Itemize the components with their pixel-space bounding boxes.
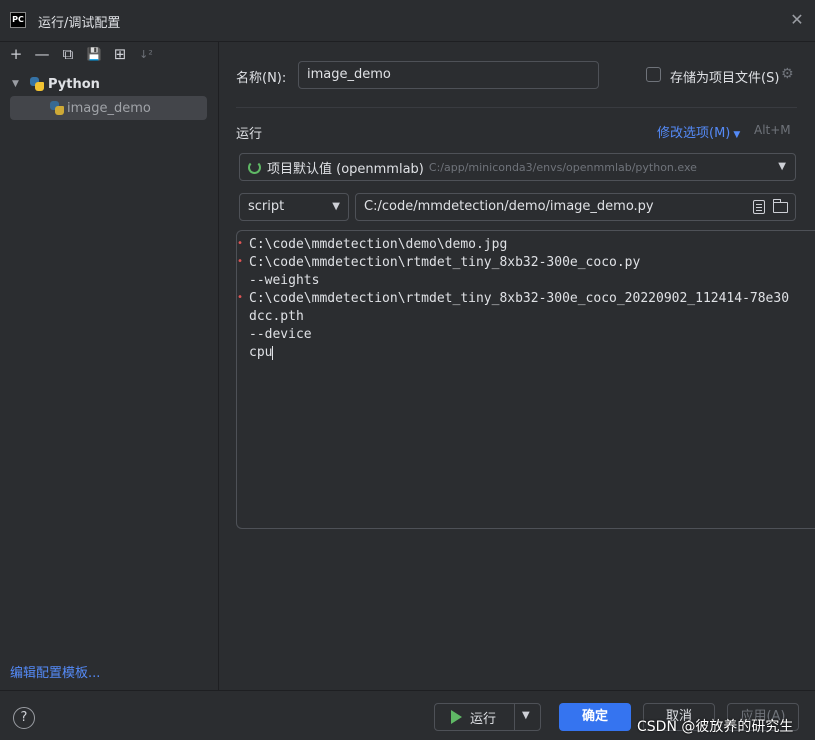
script-parameters-editor[interactable]: • C:\code\mmdetection\demo\demo.jpg • C:\co… (236, 230, 815, 529)
interpreter-path: C:/app/miniconda3/envs/openmmlab/python.… (428, 160, 697, 174)
parameter-line: • C:\code\mmdetection\rtmdet_tiny_8xb32-3… (237, 254, 815, 272)
parameter-text: C:\code\mmdetection\rtmdet_tiny_8xb32-30… (249, 291, 790, 306)
interpreter-select[interactable]: 项目默认值 (openmmlab) C:/app/miniconda3/envs… (239, 153, 796, 181)
remove-icon[interactable]: — (29, 43, 55, 65)
window-title: 运行/调试配置 (38, 16, 121, 31)
config-sidebar: + — ⧉ 💾 ⊞ ↓² ▼ Python image_demo 编辑配置模板.… (0, 42, 219, 690)
help-icon[interactable]: ? (13, 707, 35, 729)
run-button[interactable]: 运行 ▼ (434, 703, 541, 731)
chevron-down-icon: ▼ (332, 201, 340, 212)
python-icon (50, 101, 64, 115)
sort-icon[interactable]: ↓² (133, 43, 159, 65)
script-type-value: script (248, 199, 285, 214)
parameter-text: cpu (249, 345, 273, 360)
interpreter-name: 项目默认值 (openmmlab) (267, 161, 424, 177)
parameter-line: cpu (249, 344, 815, 362)
chevron-down-icon[interactable]: ▼ (12, 79, 24, 89)
name-input[interactable]: image_demo (298, 61, 599, 89)
chevron-down-icon: ▼ (733, 130, 741, 140)
apply-button[interactable]: 应用(A) (727, 703, 799, 731)
chevron-down-icon: ▼ (778, 161, 786, 172)
modify-options-label: 修改选项(M) (657, 126, 731, 141)
error-marker-icon: • (237, 256, 244, 267)
copy-icon[interactable]: ⧉ (55, 43, 81, 65)
parameter-text: --device (249, 327, 312, 342)
divider (236, 107, 797, 108)
tree-group-python[interactable]: ▼ Python (0, 72, 219, 96)
ok-button[interactable]: 确定 (559, 703, 631, 731)
play-icon (451, 710, 462, 724)
parameter-line: --device (249, 326, 815, 344)
script-path-value: C:/code/mmdetection/demo/image_demo.py (364, 199, 654, 214)
new-folder-icon[interactable]: ⊞ (107, 43, 133, 65)
run-section-title: 运行 (236, 127, 263, 142)
run-button-label: 运行 (470, 711, 497, 727)
parameter-text: dcc.pth (249, 309, 304, 324)
pycharm-logo-icon: PC (10, 12, 26, 28)
document-icon[interactable] (753, 200, 765, 214)
sidebar-toolbar: + — ⧉ 💾 ⊞ ↓² (0, 42, 219, 66)
python-icon (30, 77, 44, 91)
parameter-text: C:\code\mmdetection\demo\demo.jpg (249, 237, 508, 252)
parameter-line: • C:\code\mmdetection\rtmdet_tiny_8xb32-3… (237, 290, 815, 308)
run-button-divider (514, 704, 515, 730)
modify-options-link[interactable]: 修改选项(M) ▼ (657, 122, 740, 141)
modify-options-shortcut: Alt+M (754, 123, 791, 137)
add-icon[interactable]: + (3, 43, 29, 65)
config-tree: ▼ Python image_demo (0, 72, 219, 120)
script-path-input[interactable]: C:/code/mmdetection/demo/image_demo.py (355, 193, 796, 221)
parameter-line: dcc.pth (249, 308, 815, 326)
error-marker-icon: • (237, 238, 244, 249)
close-icon[interactable]: ✕ (789, 12, 805, 28)
text-caret (272, 345, 274, 360)
script-type-select[interactable]: script ▼ (239, 193, 349, 221)
tree-item-image-demo[interactable]: image_demo (10, 96, 207, 120)
tree-group-label: Python (48, 76, 100, 92)
folder-icon[interactable] (773, 199, 788, 213)
title-bar: PC 运行/调试配置 ✕ (0, 0, 815, 42)
store-as-project-file-checkbox[interactable] (646, 67, 661, 82)
name-label: 名称(N): (236, 71, 287, 86)
gear-icon[interactable]: ⚙ (781, 66, 797, 82)
loading-spinner-icon (248, 160, 261, 174)
config-form: 名称(N): image_demo 存储为项目文件(S) ⚙ 运行 修改选项(M… (220, 42, 815, 690)
chevron-down-icon[interactable]: ▼ (522, 710, 530, 721)
edit-templates-link[interactable]: 编辑配置模板... (10, 662, 100, 681)
save-icon[interactable]: 💾 (81, 43, 107, 65)
error-marker-icon: • (237, 292, 244, 303)
cancel-button[interactable]: 取消 (643, 703, 715, 731)
parameter-line: --weights (249, 272, 815, 290)
parameter-line: • C:\code\mmdetection\demo\demo.jpg (237, 236, 815, 254)
parameter-text: C:\code\mmdetection\rtmdet_tiny_8xb32-30… (249, 255, 641, 270)
parameter-text: --weights (249, 273, 320, 288)
store-as-project-file-label[interactable]: 存储为项目文件(S) (670, 67, 779, 86)
dialog-footer: ? 运行 ▼ 确定 取消 应用(A) CSDN @彼放养的研究生 (0, 690, 815, 740)
tree-item-label: image_demo (67, 100, 151, 116)
